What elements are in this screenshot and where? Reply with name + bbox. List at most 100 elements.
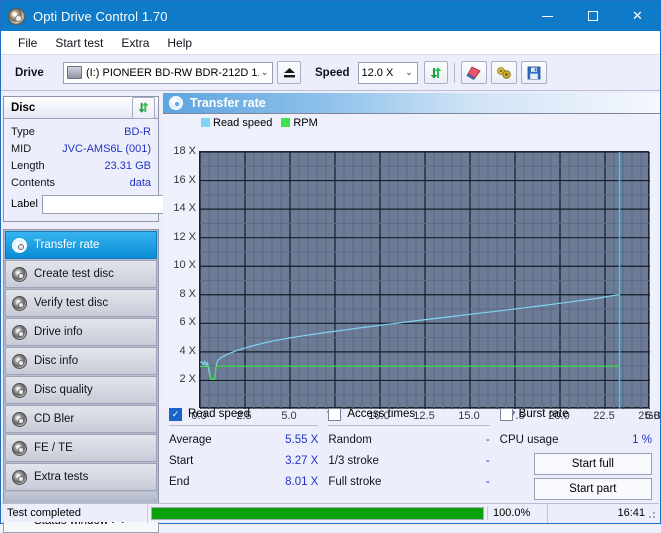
chevron-down-icon: ⌄ (259, 67, 270, 78)
sidebar-item-cd-bler[interactable]: CD Bler (5, 405, 157, 433)
chart-y-tick: 8 X (179, 288, 196, 300)
eraser-icon[interactable] (461, 61, 487, 84)
access-times-label: Access times (347, 408, 415, 420)
result-value: - (486, 455, 490, 467)
disc-icon (12, 267, 27, 282)
chart-y-axis: 2 X4 X6 X8 X10 X12 X14 X16 X18 X (163, 114, 199, 407)
speed-label: Speed (315, 67, 350, 79)
chart-y-tick: 6 X (179, 316, 196, 328)
burst-rate-checkbox[interactable] (500, 408, 513, 421)
refresh-icon[interactable] (132, 97, 155, 119)
disc-row-length: Length 23.31 GB (11, 157, 151, 174)
result-value: - (486, 434, 490, 446)
result-row-third-stroke: 1/3 stroke - (328, 450, 489, 471)
sidebar-item-transfer-rate[interactable]: Transfer rate (5, 231, 157, 259)
status-message: Test completed (2, 504, 148, 523)
save-icon[interactable] (521, 61, 547, 84)
sidebar-item-verify-test-disc[interactable]: Verify test disc (5, 289, 157, 317)
disc-icon (12, 296, 27, 311)
disc-label-key: Label (11, 198, 38, 210)
menu-item-start-test[interactable]: Start test (46, 33, 112, 53)
disc-icon (12, 412, 27, 427)
sidebar-item-label: Disc quality (34, 384, 93, 396)
drive-icon (67, 66, 82, 79)
disc-icon (12, 441, 27, 456)
disc-icon (169, 96, 183, 110)
sidebar-item-extra-tests[interactable]: Extra tests (5, 463, 157, 491)
drive-select[interactable]: (I:) PIONEER BD-RW BDR-212D 1.01 ⌄ (63, 62, 273, 84)
legend-swatch (281, 118, 290, 127)
disc-panel: Disc Type BD-R MID JVC-AMS6L (001) (3, 96, 159, 222)
page-title: Transfer rate (190, 96, 266, 110)
read-speed-label: Read speed (188, 408, 250, 420)
disc-row-value: BD-R (124, 126, 151, 138)
progress-bar (148, 507, 488, 520)
read-speed-checkbox-row[interactable]: Read speed (169, 405, 318, 423)
progress-label: 100.0% (488, 504, 548, 523)
start-full-button[interactable]: Start full (534, 453, 652, 475)
results-column-read-speed: Read speed Average 5.55 X Start 3.27 X E… (169, 405, 328, 500)
divider (328, 425, 489, 426)
refresh-icon[interactable] (424, 61, 448, 84)
close-icon[interactable]: ✕ (615, 1, 660, 31)
read-speed-checkbox[interactable] (169, 408, 182, 421)
left-panel: Disc Type BD-R MID JVC-AMS6L (001) (3, 96, 159, 533)
sidebar-item-disc-info[interactable]: Disc info (5, 347, 157, 375)
result-row-start: Start 3.27 X (169, 450, 318, 471)
disc-panel-body: Type BD-R MID JVC-AMS6L (001) Length 23.… (4, 119, 158, 221)
result-key: 1/3 stroke (328, 455, 379, 467)
disc-panel-header: Disc (4, 97, 158, 119)
divider (169, 425, 318, 426)
drive-toolbar: Drive (I:) PIONEER BD-RW BDR-212D 1.01 ⌄… (1, 55, 660, 91)
result-value: - (486, 476, 490, 488)
sidebar-item-label: Disc info (34, 355, 78, 367)
menu-bar: File Start test Extra Help (1, 31, 660, 55)
sidebar-item-disc-quality[interactable]: Disc quality (5, 376, 157, 404)
disc-row-value: JVC-AMS6L (001) (62, 143, 151, 155)
maximize-icon[interactable] (570, 1, 615, 31)
sidebar-item-label: Verify test disc (34, 297, 108, 309)
eject-icon[interactable] (277, 61, 301, 84)
minimize-icon[interactable] (525, 1, 570, 31)
menu-item-help[interactable]: Help (158, 33, 201, 53)
sidebar-item-label: Drive info (34, 326, 83, 338)
chart-y-tick: 12 X (173, 231, 196, 243)
result-row-end: End 8.01 X (169, 471, 318, 492)
access-times-checkbox-row[interactable]: Access times (328, 405, 489, 423)
sidebar-item-label: Create test disc (34, 268, 114, 280)
disc-icon (12, 238, 27, 253)
toolbar-separator (454, 63, 455, 83)
disc-row-contents: Contents data (11, 174, 151, 191)
chart-y-tick: 16 X (173, 174, 196, 186)
disc-row-value: data (130, 177, 151, 189)
start-part-button[interactable]: Start part (534, 478, 652, 500)
chart-y-tick: 18 X (173, 145, 196, 157)
result-value: 8.01 X (285, 476, 318, 488)
window-controls: ✕ (525, 1, 660, 31)
tools-icon[interactable] (491, 61, 517, 84)
sidebar-item-drive-info[interactable]: Drive info (5, 318, 157, 346)
legend-label: Read speed (213, 117, 272, 129)
menu-item-extra[interactable]: Extra (112, 33, 158, 53)
sidebar-item-fe-te[interactable]: FE / TE (5, 434, 157, 462)
results-column-access-times: Access times Random - 1/3 stroke - Full … (328, 405, 499, 500)
legend-item-rpm: RPM (281, 117, 317, 129)
result-row-average: Average 5.55 X (169, 429, 318, 450)
burst-rate-checkbox-row[interactable]: Burst rate - (500, 405, 652, 423)
access-times-checkbox[interactable] (328, 408, 341, 421)
menu-item-file[interactable]: File (9, 33, 46, 53)
speed-select[interactable]: 12.0 X ⌄ (358, 62, 418, 84)
result-row-cpu-usage: CPU usage 1 % (500, 429, 652, 450)
main-panel: Transfer rate Read speed RPM 2 X4 X6 X8 … (163, 93, 660, 501)
burst-rate-label: Burst rate (519, 408, 569, 420)
resize-grip-icon[interactable] (646, 509, 656, 519)
burst-rate-value: - (648, 408, 652, 420)
drive-label: Drive (7, 67, 63, 79)
app-window: Opti Drive Control 1.70 ✕ File Start tes… (0, 0, 661, 524)
result-row-full-stroke: Full stroke - (328, 471, 489, 492)
legend-swatch (201, 118, 210, 127)
sidebar-item-create-test-disc[interactable]: Create test disc (5, 260, 157, 288)
window-title: Opti Drive Control 1.70 (33, 9, 168, 24)
disc-icon (12, 325, 27, 340)
disc-row-key: MID (11, 143, 31, 155)
